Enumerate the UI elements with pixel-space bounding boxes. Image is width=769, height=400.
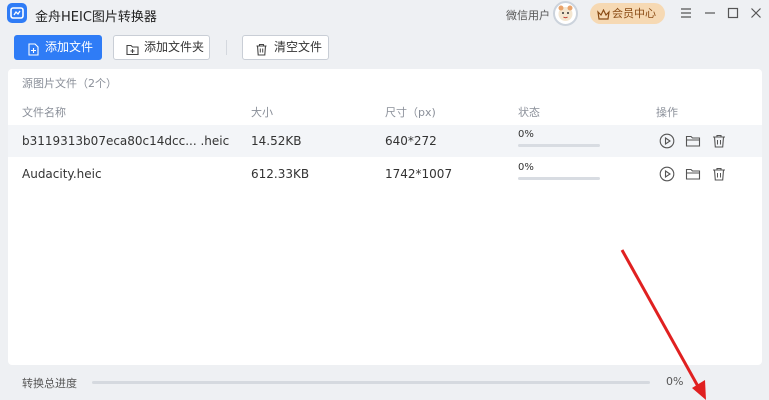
vip-center-button[interactable]: 会员中心 — [590, 3, 665, 24]
clear-files-label: 清空文件 — [274, 40, 323, 54]
column-header-name: 文件名称 — [22, 106, 66, 119]
total-progress-track — [92, 381, 650, 384]
add-folder-icon — [126, 41, 139, 64]
file-progress-bar — [518, 144, 600, 147]
table-row[interactable]: Audacity.heic 612.33KB 1742*1007 0% — [8, 158, 762, 190]
delete-icon[interactable] — [711, 133, 727, 149]
add-file-label: 添加文件 — [45, 40, 94, 54]
app-logo-icon — [7, 3, 27, 23]
file-status: 0% — [518, 129, 534, 140]
wechat-user-name[interactable]: 微信用户 — [506, 7, 550, 23]
total-progress-label: 转换总进度 — [22, 377, 77, 390]
delete-icon[interactable] — [711, 166, 727, 182]
menu-icon[interactable] — [678, 5, 694, 21]
app-title: 金舟HEIC图片转换器 — [35, 10, 157, 25]
file-name: b3119313b07eca80c14dcc... .heic — [22, 134, 230, 148]
folder-icon[interactable] — [685, 166, 701, 182]
file-dimensions: 640*272 — [385, 134, 437, 148]
add-file-icon — [27, 41, 40, 64]
vip-center-label: 会员中心 — [612, 7, 656, 20]
play-icon[interactable] — [659, 133, 675, 149]
file-status: 0% — [518, 162, 534, 173]
table-row[interactable]: b3119313b07eca80c14dcc... .heic 14.52KB … — [8, 125, 762, 157]
crown-icon — [597, 7, 610, 28]
add-folder-button[interactable]: 添加文件夹 — [113, 35, 210, 60]
maximize-icon[interactable] — [725, 5, 741, 21]
file-size: 14.52KB — [251, 134, 302, 148]
trash-icon — [255, 41, 268, 64]
clear-files-button[interactable]: 清空文件 — [242, 35, 329, 60]
column-header-status: 状态 — [518, 106, 540, 119]
play-icon[interactable] — [659, 166, 675, 182]
file-name: Audacity.heic — [22, 167, 102, 181]
avatar-icon[interactable] — [553, 1, 578, 26]
file-dimensions: 1742*1007 — [385, 167, 453, 181]
folder-icon[interactable] — [685, 133, 701, 149]
minimize-icon[interactable] — [702, 5, 718, 21]
file-size: 612.33KB — [251, 167, 310, 181]
source-files-title: 源图片文件（2个） — [22, 77, 117, 90]
file-progress-bar — [518, 177, 600, 180]
column-header-size: 大小 — [251, 106, 273, 119]
title-bar: 金舟HEIC图片转换器 微信用户 会员中心 — [0, 0, 769, 28]
add-folder-label: 添加文件夹 — [144, 40, 205, 54]
annotation-arrow-icon — [620, 249, 706, 400]
column-header-dimensions: 尺寸（px) — [385, 106, 436, 119]
close-icon[interactable] — [748, 5, 764, 21]
add-file-button[interactable]: 添加文件 — [14, 35, 102, 60]
toolbar-divider — [226, 40, 227, 55]
column-header-actions: 操作 — [656, 106, 678, 119]
